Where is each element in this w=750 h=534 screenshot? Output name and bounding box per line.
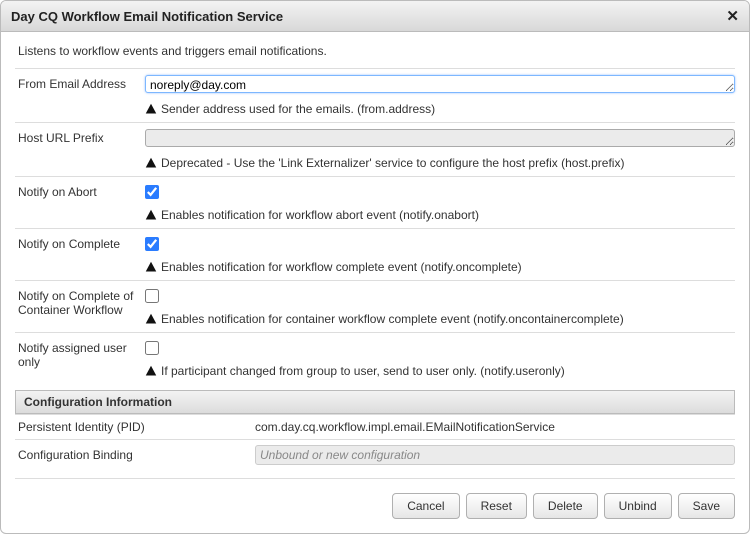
hint-notify-useronly: If participant changed from group to use…	[145, 364, 735, 378]
config-dialog: Day CQ Workflow Email Notification Servi…	[0, 0, 750, 534]
dialog-titlebar: Day CQ Workflow Email Notification Servi…	[1, 1, 749, 32]
hint-notify-complete: Enables notification for workflow comple…	[145, 260, 735, 274]
field-notify-container: Enables notification for container workf…	[145, 287, 735, 326]
label-notify-container: Notify on Complete of Container Workflow	[15, 287, 145, 317]
hint-from-email: Sender address used for the emails. (fro…	[145, 102, 735, 116]
warning-icon	[145, 365, 157, 377]
row-notify-abort: Notify on Abort Enables notification for…	[15, 176, 735, 228]
cancel-button[interactable]: Cancel	[392, 493, 459, 519]
reset-button[interactable]: Reset	[466, 493, 527, 519]
label-pid: Persistent Identity (PID)	[15, 420, 255, 434]
row-binding: Configuration Binding	[15, 439, 735, 470]
warning-icon	[145, 103, 157, 115]
row-notify-complete: Notify on Complete Enables notification …	[15, 228, 735, 280]
delete-button[interactable]: Delete	[533, 493, 598, 519]
warning-icon	[145, 157, 157, 169]
from-email-input[interactable]	[145, 75, 735, 93]
hint-text: Enables notification for container workf…	[161, 312, 624, 326]
warning-icon	[145, 313, 157, 325]
dialog-title: Day CQ Workflow Email Notification Servi…	[11, 9, 283, 24]
dialog-content: Listens to workflow events and triggers …	[1, 32, 749, 533]
label-binding: Configuration Binding	[15, 448, 255, 462]
notify-complete-checkbox[interactable]	[145, 237, 159, 251]
field-from-email: Sender address used for the emails. (fro…	[145, 75, 735, 116]
row-host-prefix: Host URL Prefix Deprecated - Use the 'Li…	[15, 122, 735, 176]
warning-icon	[145, 261, 157, 273]
row-pid: Persistent Identity (PID) com.day.cq.wor…	[15, 414, 735, 439]
field-notify-useronly: If participant changed from group to use…	[145, 339, 735, 378]
label-host-prefix: Host URL Prefix	[15, 129, 145, 145]
label-from-email: From Email Address	[15, 75, 145, 91]
value-pid: com.day.cq.workflow.impl.email.EMailNoti…	[255, 420, 735, 434]
close-icon[interactable]: ✕	[726, 7, 739, 25]
hint-text: Enables notification for workflow comple…	[161, 260, 522, 274]
label-notify-abort: Notify on Abort	[15, 183, 145, 199]
row-from-email: From Email Address Sender address used f…	[15, 68, 735, 122]
hint-host-prefix: Deprecated - Use the 'Link Externalizer'…	[145, 156, 735, 170]
field-host-prefix: Deprecated - Use the 'Link Externalizer'…	[145, 129, 735, 170]
field-notify-complete: Enables notification for workflow comple…	[145, 235, 735, 274]
label-notify-useronly: Notify assigned user only	[15, 339, 145, 369]
warning-icon	[145, 209, 157, 221]
hint-text: If participant changed from group to use…	[161, 364, 565, 378]
binding-input	[255, 445, 735, 465]
hint-text: Sender address used for the emails. (fro…	[161, 102, 435, 116]
label-notify-complete: Notify on Complete	[15, 235, 145, 251]
host-prefix-input[interactable]	[145, 129, 735, 147]
row-notify-container: Notify on Complete of Container Workflow…	[15, 280, 735, 332]
notify-useronly-checkbox[interactable]	[145, 341, 159, 355]
hint-text: Deprecated - Use the 'Link Externalizer'…	[161, 156, 624, 170]
config-info-header: Configuration Information	[15, 390, 735, 414]
hint-notify-container: Enables notification for container workf…	[145, 312, 735, 326]
notify-container-checkbox[interactable]	[145, 289, 159, 303]
row-notify-useronly: Notify assigned user only If participant…	[15, 332, 735, 384]
hint-notify-abort: Enables notification for workflow abort …	[145, 208, 735, 222]
unbind-button[interactable]: Unbind	[604, 493, 672, 519]
notify-abort-checkbox[interactable]	[145, 185, 159, 199]
button-bar: Cancel Reset Delete Unbind Save	[15, 478, 735, 519]
dialog-description: Listens to workflow events and triggers …	[18, 44, 735, 58]
field-notify-abort: Enables notification for workflow abort …	[145, 183, 735, 222]
save-button[interactable]: Save	[678, 493, 735, 519]
value-binding	[255, 445, 735, 465]
hint-text: Enables notification for workflow abort …	[161, 208, 479, 222]
